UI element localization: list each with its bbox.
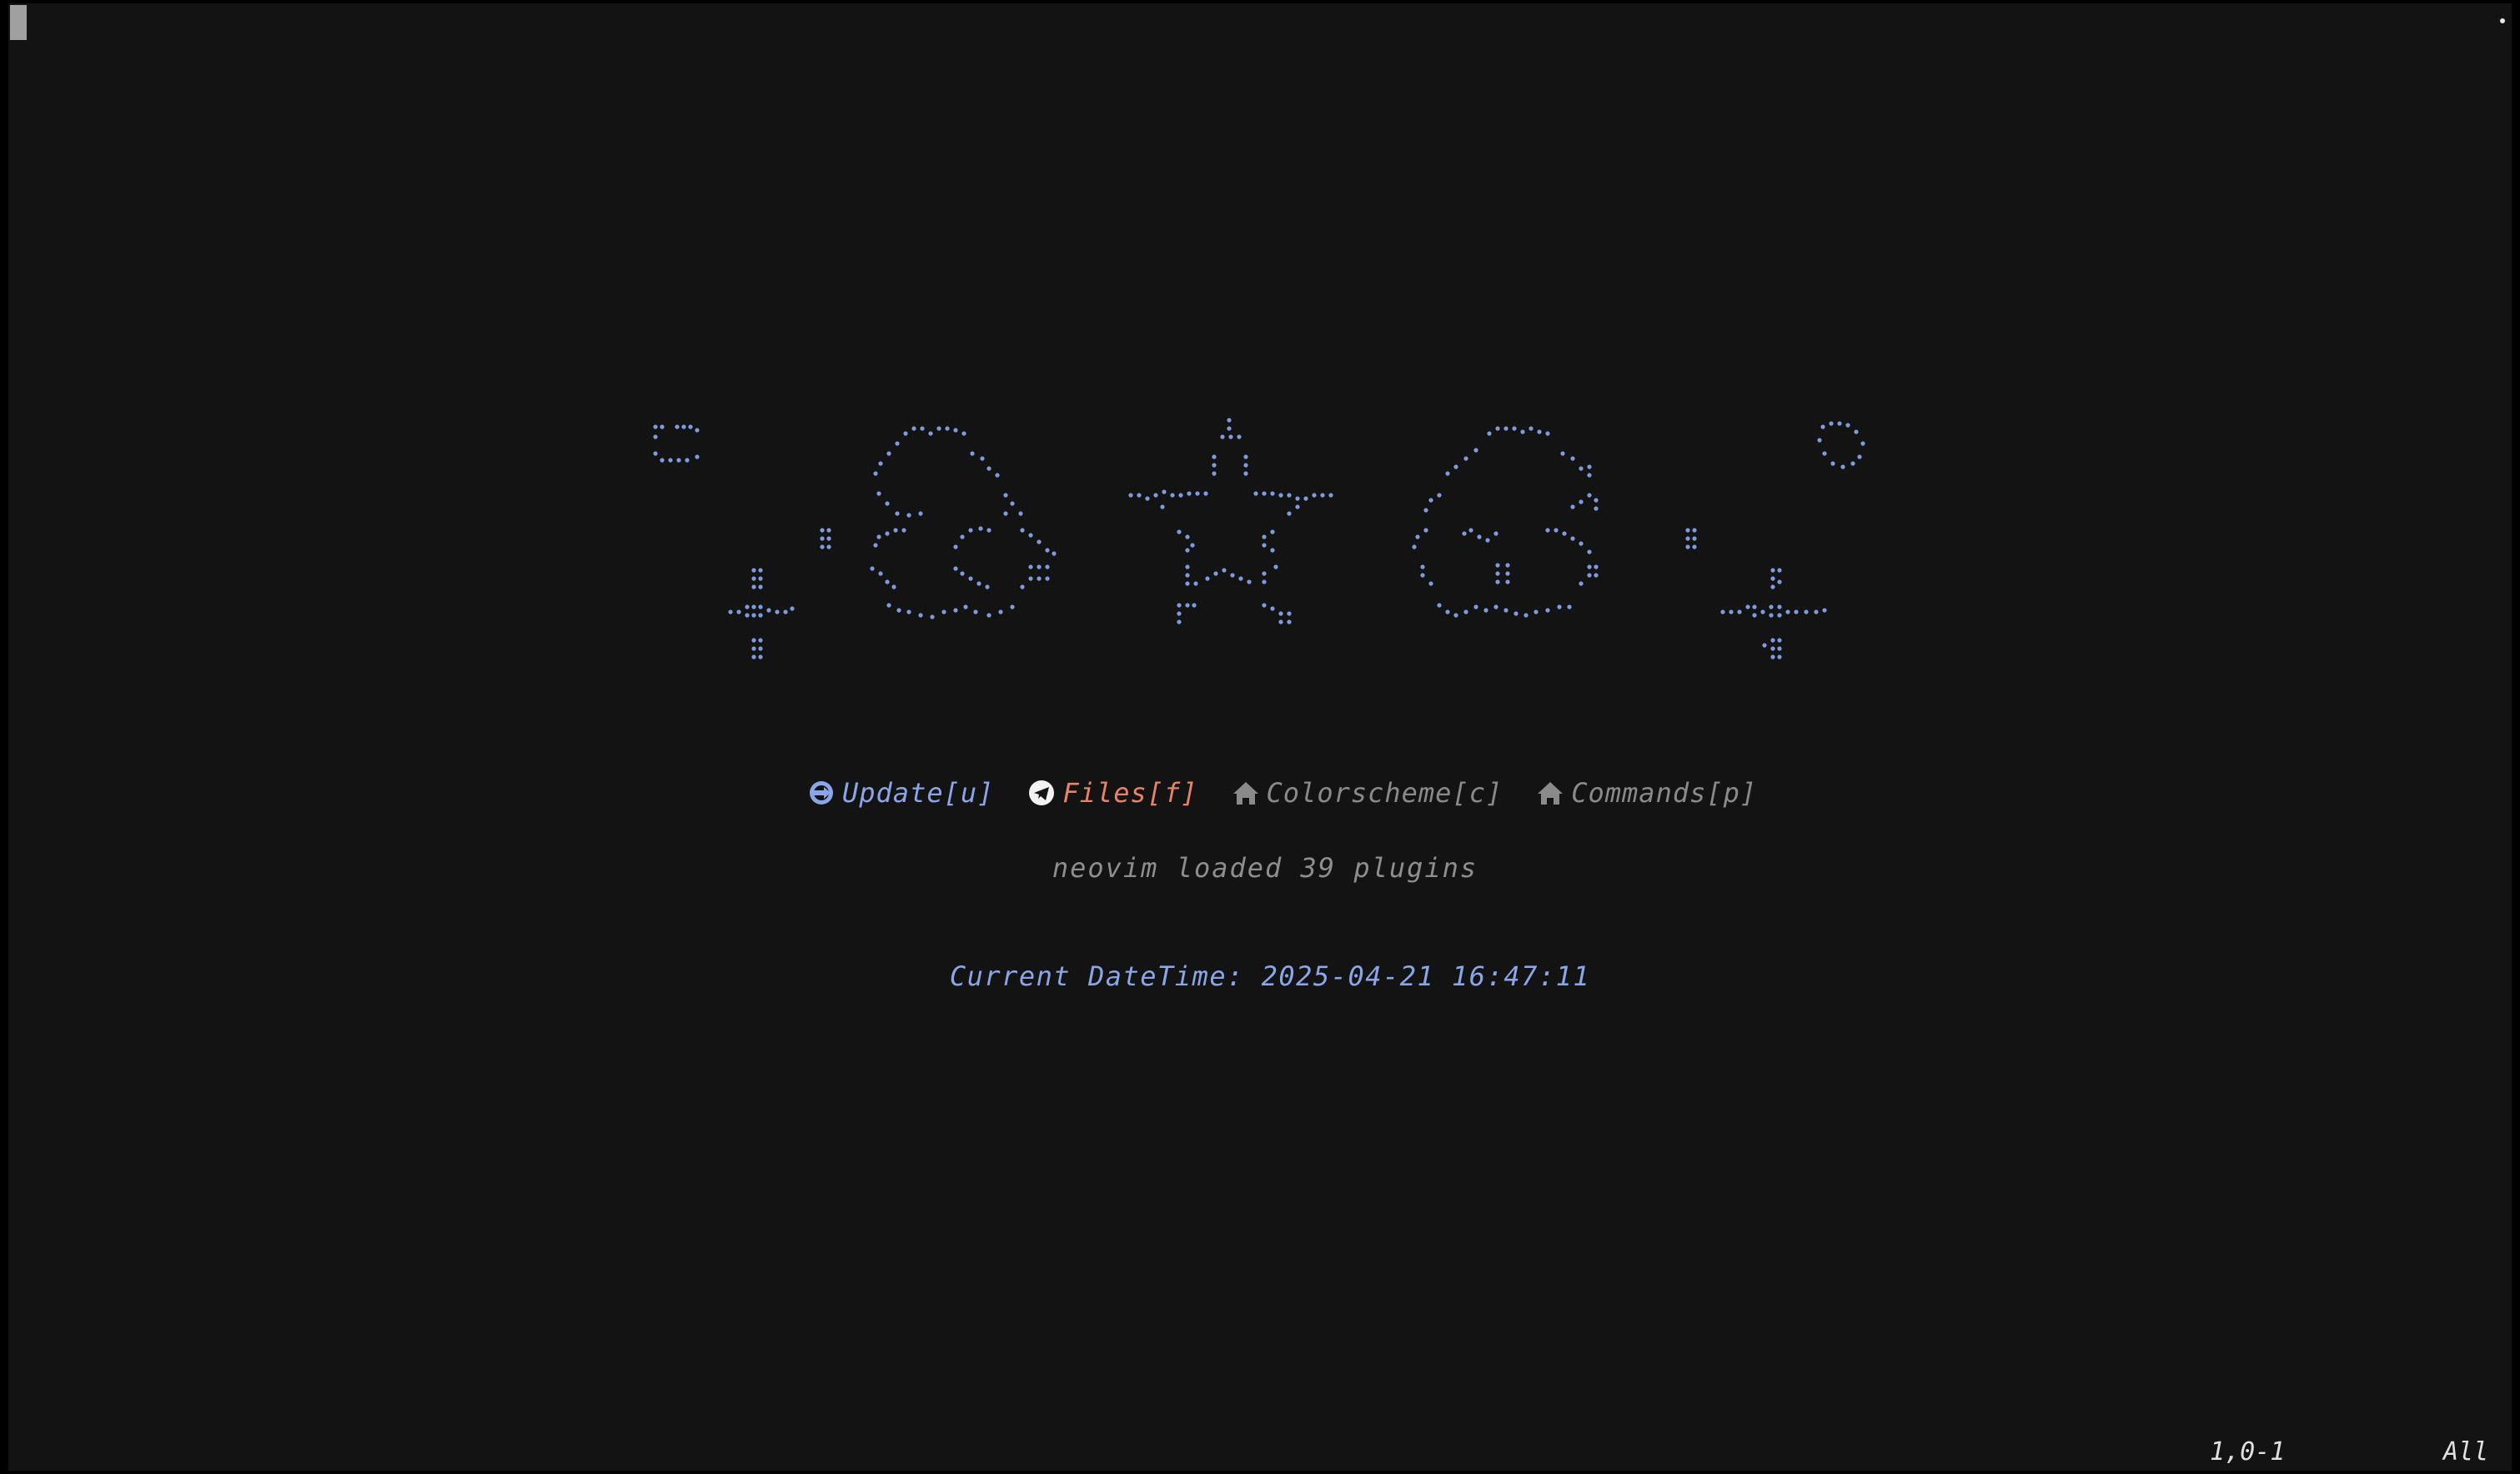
commands-label: Commands[p] xyxy=(1571,777,1758,809)
telegram-icon xyxy=(1027,779,1056,807)
dashboard-menu: Update[u] Files[f] Colorscheme[c] Comman… xyxy=(807,777,1790,809)
plugins-loaded-text: neovim loaded 39 plugins xyxy=(1052,852,1478,884)
right-sparkle xyxy=(1685,528,1827,659)
update-label: Update[u] xyxy=(842,777,995,809)
home-icon xyxy=(1232,779,1260,807)
files-button[interactable]: Files[f] xyxy=(1027,777,1197,809)
ascii-logo-svg xyxy=(653,418,1865,659)
ascii-logo-art xyxy=(8,3,2512,687)
files-label: Files[f] xyxy=(1062,777,1198,809)
update-icon xyxy=(807,779,836,807)
cursor-position: 1,0-1 xyxy=(2210,1437,2286,1466)
left-small-circle xyxy=(653,424,700,463)
scroll-position: All xyxy=(2443,1437,2489,1466)
star xyxy=(1128,418,1333,624)
neovim-window[interactable]: Update[u] Files[f] Colorscheme[c] Comman… xyxy=(8,3,2512,1471)
colorscheme-label: Colorscheme[c] xyxy=(1266,777,1503,809)
commands-button[interactable]: Commands[p] xyxy=(1536,777,1757,809)
right-swirl xyxy=(1412,426,1599,618)
status-line: 1,0-1 All xyxy=(8,1434,2512,1471)
left-sparkle xyxy=(728,528,831,659)
colorscheme-button[interactable]: Colorscheme[c] xyxy=(1232,777,1503,809)
update-button[interactable]: Update[u] xyxy=(807,777,994,809)
home-icon xyxy=(1536,779,1564,807)
left-swirl xyxy=(870,426,1057,619)
right-small-circle xyxy=(1817,421,1865,469)
current-datetime: Current DateTime: 2025-04-21 16:47:11 xyxy=(949,960,1591,992)
